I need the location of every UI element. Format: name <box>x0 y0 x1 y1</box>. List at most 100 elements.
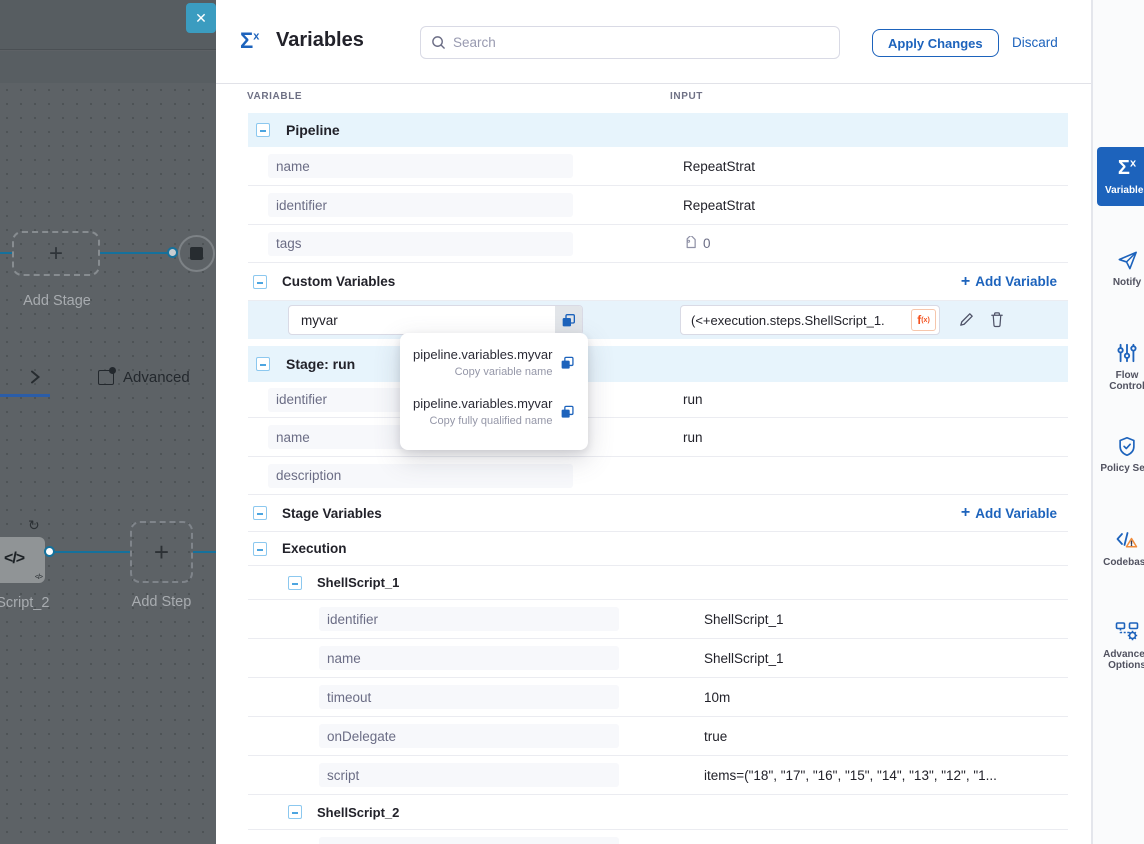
canvas-toolbar <box>0 0 216 50</box>
table-row: identifier RepeatStrat <box>248 186 1068 225</box>
rail-item-notify[interactable]: Notify <box>1097 248 1144 288</box>
canvas-subtoolbar <box>0 51 216 83</box>
plus-icon: + <box>49 240 63 268</box>
collapse-icon[interactable] <box>288 576 302 590</box>
variable-name-cell[interactable]: onDelegate <box>319 724 619 748</box>
variable-name-cell[interactable]: name <box>268 154 573 178</box>
active-tab-underline <box>0 394 50 397</box>
group-row-execution: Execution <box>248 532 1068 566</box>
collapse-icon[interactable] <box>253 275 267 289</box>
code-mini-icon: </> <box>35 574 42 581</box>
trash-icon <box>989 311 1005 328</box>
plus-icon: + <box>961 274 970 290</box>
group-label: Stage Variables <box>282 506 382 521</box>
copy-variable-popup: pipeline.variables.myvar Copy variable n… <box>400 333 588 450</box>
popup-item-title: pipeline.variables.myvar <box>413 396 552 411</box>
add-stage-button[interactable]: + <box>12 231 100 276</box>
paper-plane-icon <box>1097 248 1144 272</box>
group-label: Custom Variables <box>282 274 395 289</box>
variable-name-cell[interactable]: tags <box>268 232 573 256</box>
table-row: identifier ShellScript_2 <box>248 830 1068 844</box>
sliders-icon <box>1097 341 1144 365</box>
add-step-label: Add Step <box>130 594 193 610</box>
copy-variable-button[interactable] <box>555 306 582 334</box>
pipeline-end-node <box>178 235 215 272</box>
add-variable-button[interactable]: + Add Variable <box>961 505 1057 521</box>
column-header-variable: VARIABLE <box>247 91 302 102</box>
add-step-button[interactable]: + <box>130 521 193 583</box>
table-row: timeout 10m <box>248 678 1068 717</box>
collapse-icon[interactable] <box>253 506 267 520</box>
rail-item-codebase[interactable]: Codebase <box>1097 528 1144 568</box>
rail-item-policy-sets[interactable]: Policy Sets <box>1097 434 1144 474</box>
expand-chevron-icon[interactable] <box>26 368 44 391</box>
copy-icon <box>560 403 575 421</box>
variables-sigma-icon: Σx <box>240 28 259 54</box>
pipeline-canvas: + Add Stage Advanced </> </> ↻ + ShellSc… <box>0 0 216 844</box>
variable-name-cell[interactable]: description <box>268 464 573 488</box>
rail-item-variables[interactable]: Σx Variables <box>1097 147 1144 206</box>
section-label: Pipeline <box>286 122 340 138</box>
variable-value: ShellScript_1 <box>704 651 784 666</box>
copy-fqn-option[interactable]: pipeline.variables.myvar Copy fully qual… <box>400 391 588 432</box>
variable-name-input[interactable] <box>289 306 555 334</box>
variable-name-cell[interactable]: name <box>319 646 619 670</box>
connector-dot <box>167 247 178 258</box>
collapse-icon[interactable] <box>253 542 267 556</box>
table-column-headers: VARIABLE INPUT <box>216 84 1091 112</box>
table-row: onDelegate true <box>248 717 1068 756</box>
shell-script-icon: </> <box>4 550 24 568</box>
variable-name-cell[interactable]: script <box>319 763 619 787</box>
connector-dot <box>44 546 55 557</box>
search-input[interactable] <box>453 35 829 50</box>
collapse-icon[interactable] <box>256 123 270 137</box>
apply-changes-button[interactable]: Apply Changes <box>872 29 999 57</box>
variable-name-cell[interactable]: identifier <box>268 193 573 217</box>
stop-icon <box>190 247 203 260</box>
collapse-icon[interactable] <box>288 805 302 819</box>
rail-item-flow-control[interactable]: Flow Control <box>1097 341 1144 392</box>
column-header-input: INPUT <box>670 91 703 102</box>
edit-variable-button[interactable] <box>958 311 975 333</box>
variable-name-cell[interactable]: timeout <box>319 685 619 709</box>
canvas-grid <box>0 83 216 844</box>
variable-value: 10m <box>704 690 730 705</box>
discard-button[interactable]: Discard <box>1012 35 1058 50</box>
add-variable-button[interactable]: + Add Variable <box>961 274 1057 290</box>
popup-item-subtitle: Copy fully qualified name <box>413 415 552 427</box>
variable-name-input-wrapper <box>288 305 583 335</box>
step-label: ShellScript_2 <box>0 595 59 611</box>
copy-icon <box>560 354 575 372</box>
expression-fx-icon[interactable]: f(x) <box>911 309 936 331</box>
plus-icon: + <box>154 537 169 568</box>
group-row-custom-variables: Custom Variables + Add Variable <box>248 263 1068 301</box>
step-node-shellscript-2[interactable]: </> </> <box>0 537 45 583</box>
variable-name-cell[interactable]: identifier <box>319 837 619 844</box>
variables-panel: Σx Variables Apply Changes Discard VARIA… <box>216 0 1092 844</box>
pencil-icon <box>958 311 975 328</box>
variable-name-cell[interactable]: identifier <box>319 607 619 631</box>
rail-item-advanced-options[interactable]: Advanced Options <box>1097 620 1144 671</box>
variables-sigma-icon: Σx <box>1118 157 1136 179</box>
copy-variable-name-option[interactable]: pipeline.variables.myvar Copy variable n… <box>400 342 588 383</box>
close-icon: ✕ <box>195 10 207 26</box>
section-label: Stage: run <box>286 356 355 372</box>
search-icon <box>431 35 446 50</box>
variable-value-input[interactable] <box>681 306 939 334</box>
tag-count: 0 <box>703 236 711 251</box>
table-row: name RepeatStrat <box>248 147 1068 186</box>
table-row: name ShellScript_1 <box>248 639 1068 678</box>
variable-value: RepeatStrat <box>683 159 755 174</box>
collapse-icon[interactable] <box>256 357 270 371</box>
close-drawer-button[interactable]: ✕ <box>186 3 216 33</box>
tab-advanced[interactable]: Advanced <box>98 369 190 386</box>
variable-value: true <box>704 729 727 744</box>
page-title: Variables <box>276 29 364 52</box>
tag-icon <box>683 236 698 251</box>
stage-connector-line <box>100 252 172 254</box>
table-row: name run <box>248 418 1068 457</box>
table-row: tags 0 <box>248 225 1068 263</box>
subgroup-label: ShellScript_1 <box>317 575 399 590</box>
delete-variable-button[interactable] <box>989 311 1005 333</box>
variable-value: items=("18", "17", "16", "15", "14", "13… <box>704 768 997 783</box>
